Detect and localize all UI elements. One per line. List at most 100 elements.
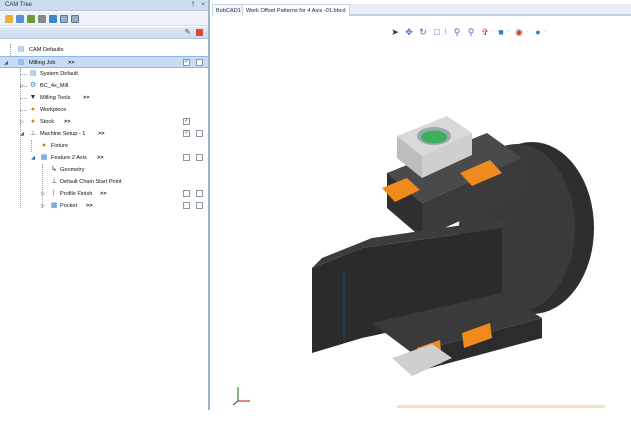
render-mode-icon[interactable]: ◉ [514,27,524,37]
tree-row-pocket[interactable]: ▷ ▦ Pocket >> [0,200,208,212]
axis-triad [232,387,250,406]
message-bar [397,405,605,408]
dropdown-dot: · [526,29,528,35]
z-axis-line [232,400,239,406]
zoom-icon[interactable]: ⚲ [452,27,462,37]
collapse-icon[interactable]: ◢ [19,131,25,137]
tree-row-label: Geometry [60,167,85,173]
tab-work-offset-patterns[interactable]: Work Offset Patterns for 4 Axis -01.bbcd [242,4,350,16]
collapse-icon[interactable]: ◢ [30,155,36,161]
tree-row-machine-setup[interactable]: ◢ ⊥ Machine Setup - 1 >> ✓ [0,128,208,140]
visibility-checkbox[interactable]: ✓ [183,130,190,137]
grid-icon[interactable] [60,15,68,23]
select-arrow-icon[interactable]: ➤ [390,27,400,37]
tree-row-fixture[interactable]: ● Fixture [0,140,208,152]
tree-row-label: Milling Tools [40,95,71,101]
tree-row-label: Milling Job [29,60,56,66]
generate-icon[interactable] [5,15,13,23]
delete-column-icon [196,29,203,36]
tree-row-stock[interactable]: ▷ ● Stock >> ✓ [0,116,208,128]
posted-icon[interactable] [27,15,35,23]
pan-icon[interactable]: ✥ [404,27,414,37]
collapse-icon[interactable]: ◢ [3,60,9,66]
expand-icon[interactable]: ▷ [40,203,46,209]
tree-row-label: System Default [40,71,78,77]
tab-bobcad1[interactable]: BobCAD1 [212,4,245,16]
post-checkbox[interactable] [196,59,203,66]
visibility-checkbox[interactable]: ✓ [183,59,190,66]
post-checkbox[interactable] [196,202,203,209]
tree-row-label: Feature 2 Axis [51,155,87,161]
status-bar [0,410,631,421]
panel-title: CAM Tree [5,2,33,8]
tree-icon[interactable] [16,15,24,23]
geometry-icon: ↳ [51,166,57,173]
rotate-icon[interactable]: ↻ [418,27,428,37]
stock-icon: ● [30,118,36,125]
panel-toolbar [0,12,208,26]
workpiece-icon: ● [30,106,36,113]
system-default-icon: ▤ [29,70,37,77]
panel-header: CAM Tree † × [0,0,208,11]
setup-icon: ⊥ [29,130,37,137]
feature-icon: ▦ [40,154,48,161]
tree-row-workpiece[interactable]: ● Workpiece [0,104,208,116]
close-icon[interactable]: × [199,1,207,9]
tree-row-label: Stock [40,119,54,125]
3d-viewport[interactable]: ➤ ✥ ↻ □ | ⚲ ⚲ ✞ · ■ · ◉ · ● · [212,18,631,410]
visibility-checkbox[interactable] [183,190,190,197]
document-tab-strip: BobCAD1 Work Offset Patterns for 4 Axis … [212,4,631,16]
tree-row-label: Pocket [60,203,78,209]
expand-arrow[interactable]: >> [68,60,75,66]
tree-row-label: CAM Defaults [29,47,64,53]
expand-arrow[interactable]: >> [100,191,107,197]
tree-row-milling-tools[interactable]: ▼ Milling Tools >> [0,92,208,104]
pencil-icon: ✎ [184,29,191,36]
expand-arrow[interactable]: >> [98,131,105,137]
display-icon[interactable]: ● [533,27,543,37]
start-point-icon: ⊥ [50,178,58,185]
visibility-checkbox[interactable] [183,202,190,209]
visibility-checkbox[interactable]: ✓ [183,118,190,125]
expand-arrow[interactable]: >> [83,95,90,101]
list-icon[interactable] [71,15,79,23]
job-icon: ▤ [17,59,25,66]
expand-icon[interactable]: ▷ [19,119,25,125]
visibility-checkbox[interactable] [183,154,190,161]
tree-row-feature-2-axis[interactable]: ◢ ▦ Feature 2 Axis >> [0,152,208,164]
tree-row-cam-defaults[interactable]: ▤ CAM Defaults [0,44,208,56]
pocket-icon: ▦ [50,202,58,209]
tree-row-profile-finish[interactable]: ▷ ⌈ Profile Finish >> [0,188,208,200]
pin-icon[interactable]: † [189,1,197,9]
post-checkbox[interactable] [196,130,203,137]
defaults-icon: ▤ [17,46,25,53]
pocket-toolpath [421,130,447,144]
zoom-fit-icon[interactable]: ⚲ [466,27,476,37]
tree-column-header: ✎ [0,27,208,39]
tree-row-label: Workpiece [40,107,67,113]
dropdown-dot: · [507,29,509,35]
machine-icon: ⚙ [29,82,37,89]
tree-row-chain-start[interactable]: ⊥ Default Chain Start Point [0,176,208,188]
tool-icon[interactable] [38,15,46,23]
post-checkbox[interactable] [196,190,203,197]
tree-row-geometry[interactable]: ↳ Geometry [0,164,208,176]
expand-arrow[interactable]: >> [86,203,93,209]
dropdown-dot: · [544,29,546,35]
tree-row-milling-job[interactable]: ◢ ▤ Milling Job >> ✓ [0,56,208,68]
post-checkbox[interactable] [196,154,203,161]
zoom-window-icon[interactable]: □ [432,27,442,37]
view-cube-icon[interactable]: ✞ [480,27,490,37]
expand-arrow[interactable]: >> [97,155,104,161]
expand-icon[interactable]: ▷ [19,83,25,89]
simulate-icon[interactable] [49,15,57,23]
fixture-model[interactable] [312,78,612,398]
expand-icon[interactable]: ▷ [40,191,46,197]
tree-row-label: Default Chain Start Point [60,179,122,185]
expand-arrow[interactable]: >> [64,119,71,125]
dropdown-dot: · [490,29,492,35]
tree-row-label: Profile Finish [60,191,93,197]
shaded-icon[interactable]: ■ [496,27,506,37]
tree-row-system-default[interactable]: ▤ System Default [0,68,208,80]
tree-row-machine[interactable]: ▷ ⚙ BC_4x_Mill [0,80,208,92]
